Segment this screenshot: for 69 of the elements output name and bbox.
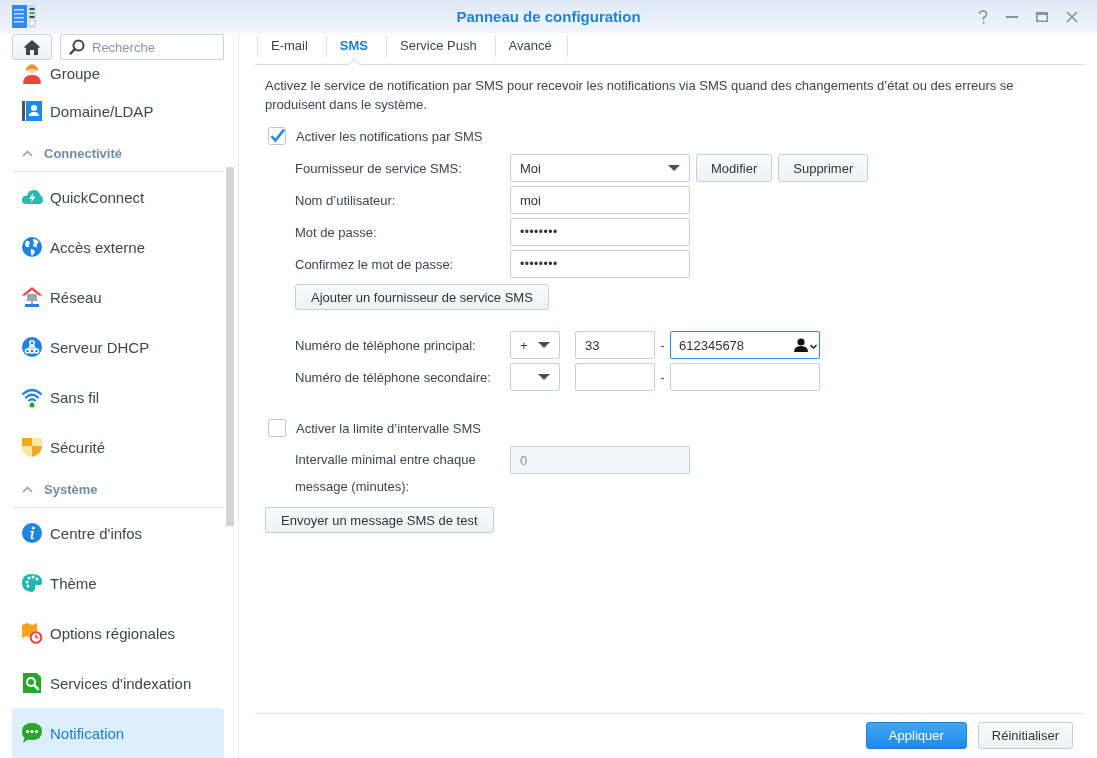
map-clock-icon — [21, 622, 43, 644]
hyphen-separator: - — [659, 369, 666, 385]
password-field[interactable]: •••••••• — [510, 250, 690, 278]
person-dropdown-icon[interactable] — [793, 338, 817, 352]
phone-number-field[interactable] — [670, 363, 820, 391]
maximize-icon[interactable] — [1036, 11, 1048, 22]
house-icon — [24, 39, 40, 55]
person-icon — [21, 62, 43, 84]
field-label: Numéro de téléphone principal: — [295, 337, 477, 353]
country-code-field[interactable]: 33 — [575, 331, 655, 359]
sidebar-item[interactable]: Groupe — [12, 60, 224, 86]
chat-bubble-icon — [21, 722, 43, 744]
description-text: Activez le service de notification par SMS pour recevoir les notifications via SMS quand des changements d’état ou des erreurs se produisent dans le système. — [265, 77, 1015, 114]
field-label: Mot de passe: — [295, 224, 378, 240]
provider-select[interactable]: Moi — [510, 154, 690, 182]
text-field[interactable]: moi — [510, 186, 690, 214]
close-icon[interactable] — [1066, 10, 1078, 23]
contact-book-icon — [21, 100, 43, 122]
edit-button[interactable]: Modifier — [696, 154, 773, 182]
field-label: Confirmez le mot de passe: — [295, 256, 455, 272]
password-field[interactable]: •••••••• — [510, 218, 690, 246]
sidebar-item[interactable]: QuickConnect — [12, 172, 224, 222]
sidebar-item[interactable]: Serveur DHCP — [12, 322, 224, 372]
caret-down-icon — [538, 342, 550, 348]
globe-icon — [21, 236, 43, 258]
country-code-field[interactable] — [575, 363, 655, 391]
sidebar-item[interactable]: Services d'indexation — [12, 658, 224, 708]
home-button[interactable] — [12, 34, 52, 60]
send-test-button[interactable]: Envoyer un message SMS de test — [265, 507, 494, 533]
document-search-icon — [21, 672, 43, 694]
add-provider-button[interactable]: Ajouter un fournisseur de service SMS — [295, 284, 549, 310]
checkbox-label: Activer les notifications par SMS — [296, 128, 483, 144]
search-icon — [69, 39, 85, 55]
hyphen-separator: - — [659, 337, 666, 353]
sidebar-item[interactable]: Domaine/LDAP — [12, 86, 224, 136]
search-field[interactable]: Recherche — [60, 34, 224, 60]
window-title: Panneau de configuration — [456, 8, 641, 25]
field-label: Numéro de téléphone secondaire: — [295, 369, 492, 385]
help-icon[interactable] — [978, 9, 988, 24]
minimize-icon[interactable] — [1006, 15, 1018, 18]
control-panel-icon — [12, 5, 36, 28]
field-label: Nom d’utilisateur: — [295, 192, 397, 208]
reset-button[interactable]: Réinitialiser — [977, 722, 1073, 749]
info-icon — [21, 522, 43, 544]
prefix-select[interactable] — [510, 363, 560, 391]
caret-down-icon — [538, 374, 550, 380]
sidebar-item[interactable]: Accès externe — [12, 222, 224, 272]
phone-number-field[interactable]: 612345678 — [670, 331, 820, 359]
sidebar-item[interactable]: Thème — [12, 558, 224, 608]
palette-icon — [21, 572, 43, 594]
delete-button[interactable]: Supprimer — [778, 154, 869, 182]
sidebar-item[interactable]: Centre d'infos — [12, 508, 224, 558]
scrollbar[interactable] — [226, 167, 234, 526]
network-nodes-icon — [21, 336, 43, 358]
caret-down-icon — [668, 165, 680, 171]
wifi-icon — [21, 386, 43, 408]
sidebar-item[interactable]: Notification — [12, 708, 224, 758]
prefix-select[interactable]: + — [510, 331, 560, 359]
sidebar-item[interactable]: Réseau — [12, 272, 224, 322]
house-network-icon — [21, 286, 43, 308]
sidebar-item[interactable]: Sécurité — [12, 422, 224, 472]
sidebar-item[interactable]: Sans fil — [12, 372, 224, 422]
checkbox-label: Activer la limite d’intervalle SMS — [296, 420, 481, 436]
field-label: Intervalle minimal entre chaque message (minutes): — [295, 451, 477, 496]
sidebar-item[interactable]: Options régionales — [12, 608, 224, 658]
section-header[interactable]: Connectivité — [12, 136, 224, 172]
field-label: Fournisseur de service SMS: — [295, 160, 463, 176]
checkbox[interactable] — [268, 127, 286, 145]
shield-icon — [21, 436, 43, 458]
